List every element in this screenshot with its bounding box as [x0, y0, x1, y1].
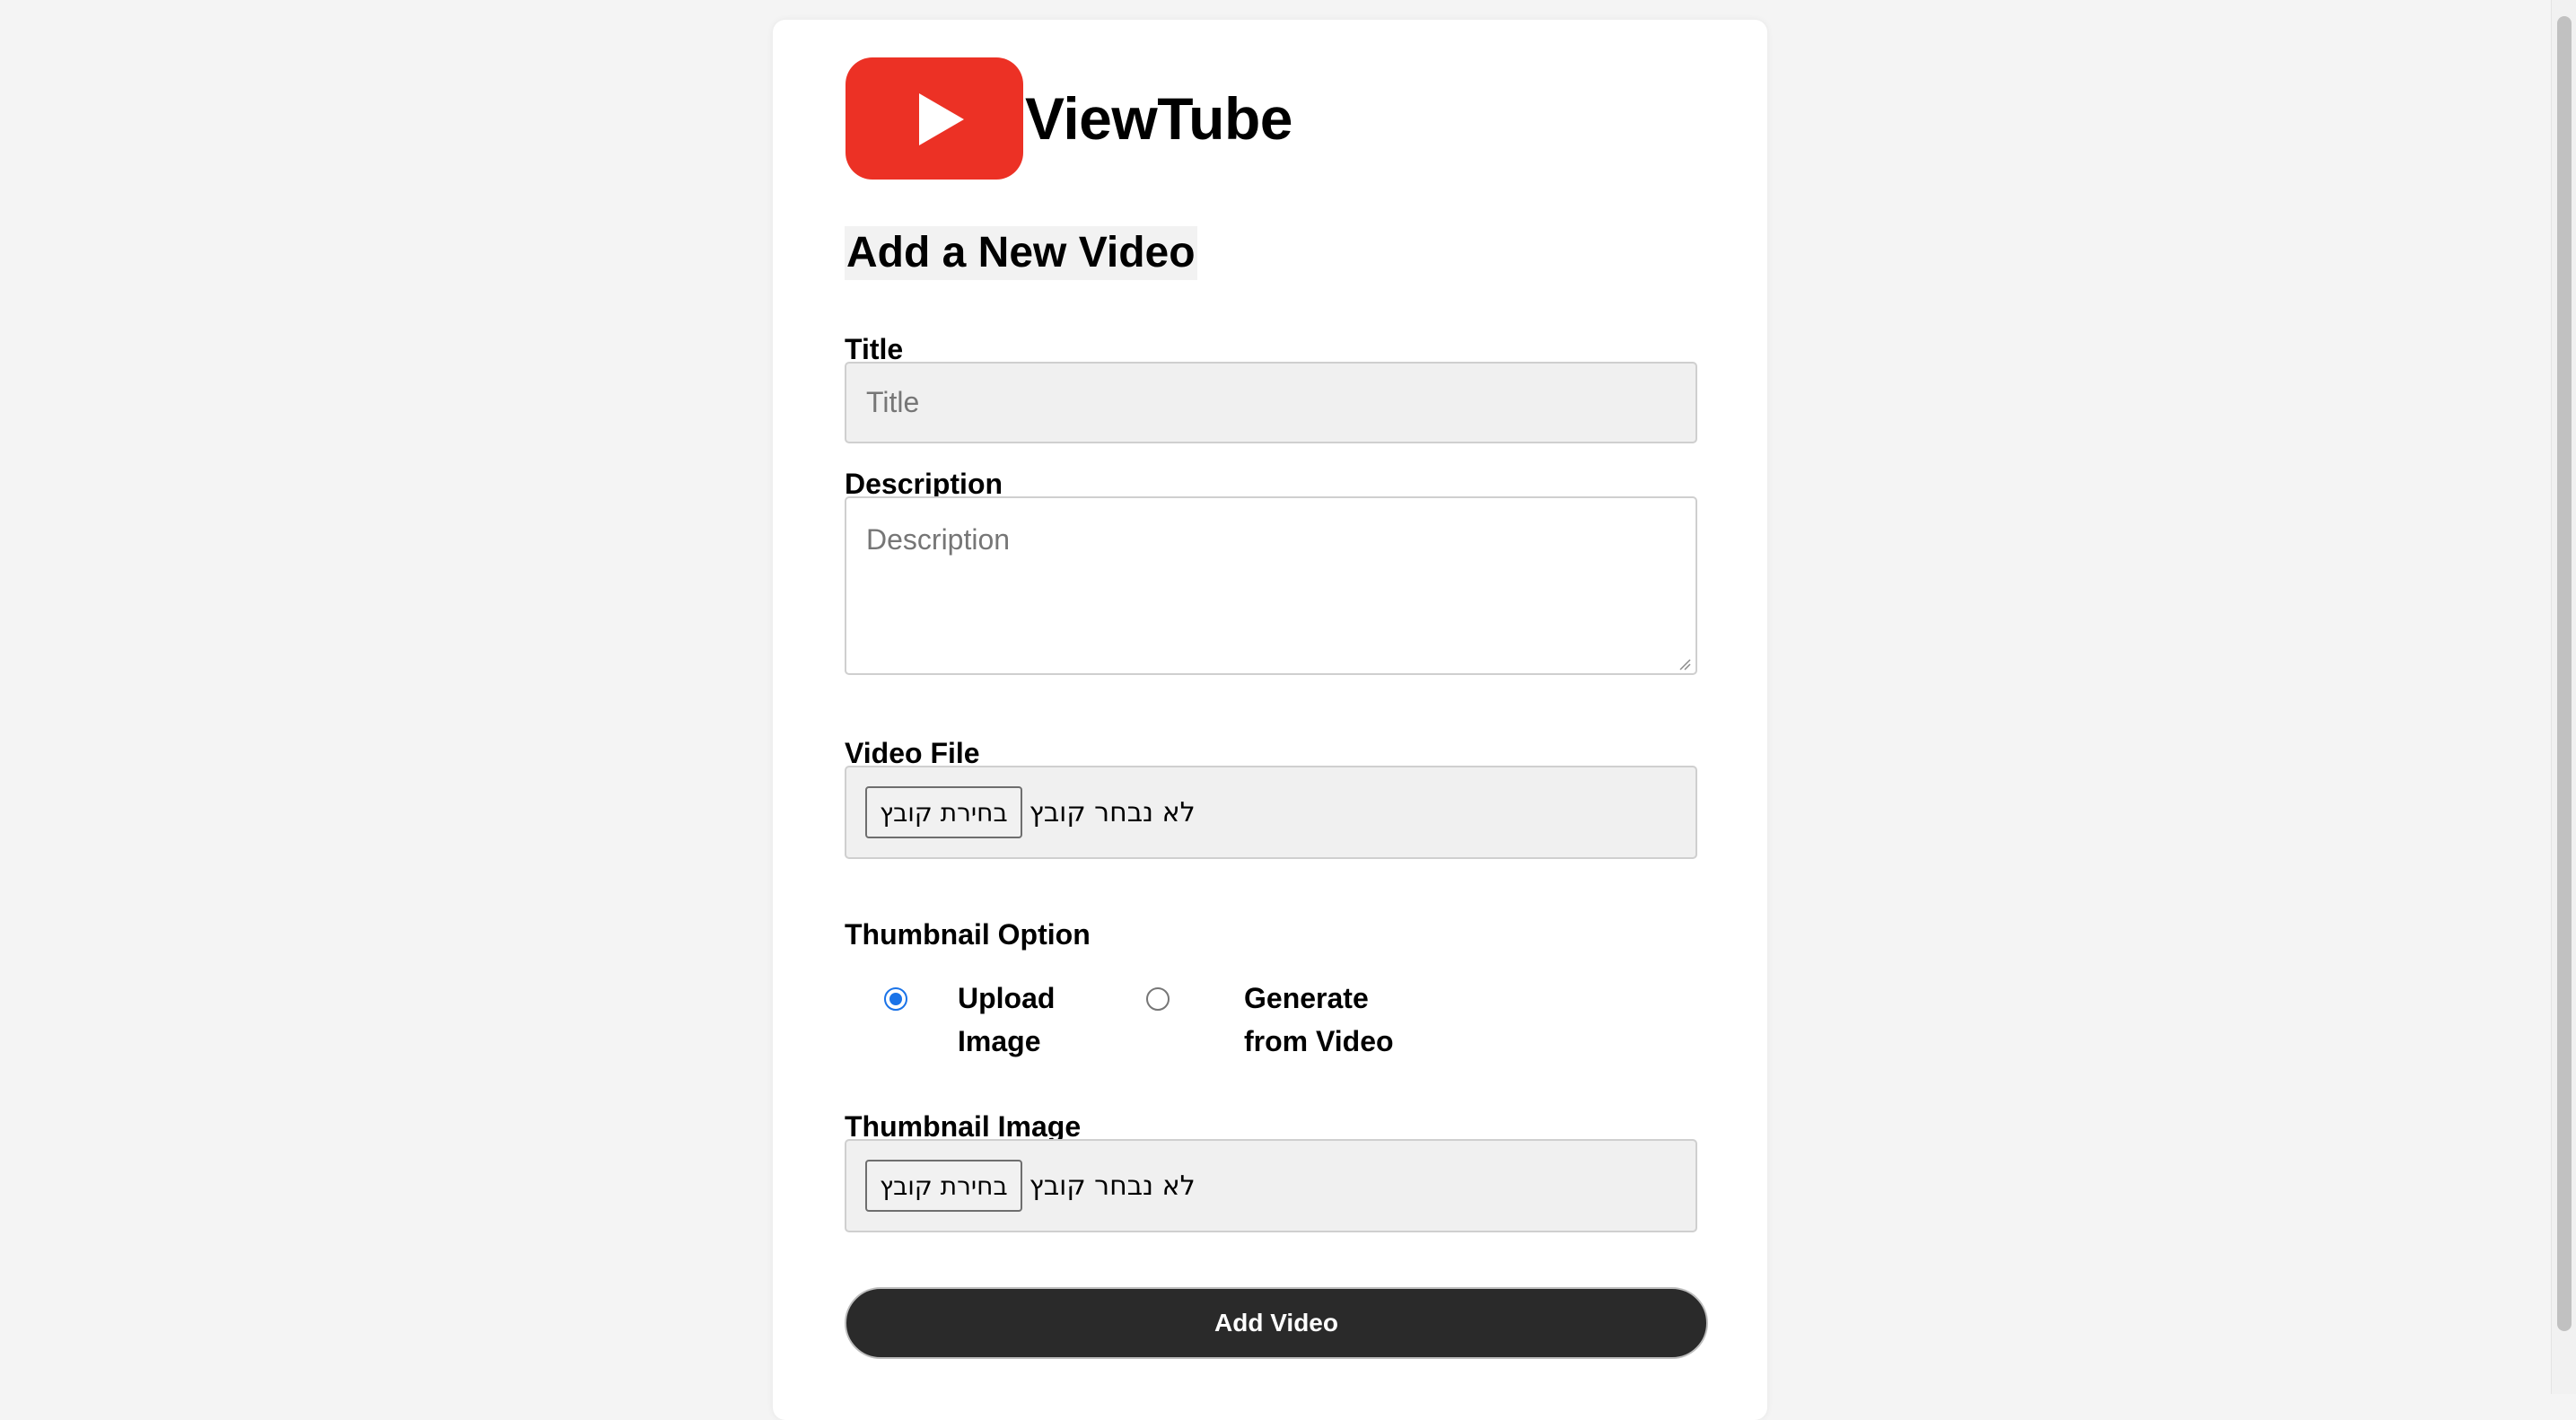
thumbnail-file-input[interactable]: בחירת קובץ לא נבחר קובץ — [845, 1139, 1697, 1232]
video-file-status: לא נבחר קובץ — [1029, 796, 1196, 828]
page-title: Add a New Video — [845, 226, 1197, 280]
radio-generate-from-video-label[interactable]: Generate from Video — [1244, 977, 1394, 1063]
brand-header: ViewTube — [846, 57, 1292, 180]
radio-generate-from-video[interactable] — [1146, 987, 1170, 1011]
add-video-card: ViewTube Add a New Video Title Descripti… — [773, 20, 1767, 1420]
video-file-input[interactable]: בחירת קובץ לא נבחר קובץ — [845, 766, 1697, 859]
add-video-button[interactable]: Add Video — [845, 1287, 1708, 1359]
thumbnail-file-choose-button[interactable]: בחירת קובץ — [865, 1160, 1022, 1212]
scrollbar-thumb[interactable] — [2557, 16, 2572, 1331]
title-input[interactable] — [845, 362, 1697, 443]
radio-upload-image[interactable] — [884, 987, 907, 1011]
description-textarea[interactable] — [845, 496, 1697, 675]
logo — [846, 57, 1023, 180]
thumbnail-option-label: Thumbnail Option — [845, 918, 1091, 951]
thumbnail-file-status: לא נבחר קובץ — [1029, 1170, 1196, 1202]
video-file-choose-button[interactable]: בחירת קובץ — [865, 786, 1022, 838]
play-icon — [919, 93, 964, 145]
resize-handle-icon[interactable] — [1678, 658, 1691, 671]
brand-name: ViewTube — [1025, 85, 1292, 152]
radio-upload-image-label[interactable]: Upload Image — [958, 977, 1055, 1063]
page-scrollbar[interactable] — [2551, 0, 2576, 1394]
